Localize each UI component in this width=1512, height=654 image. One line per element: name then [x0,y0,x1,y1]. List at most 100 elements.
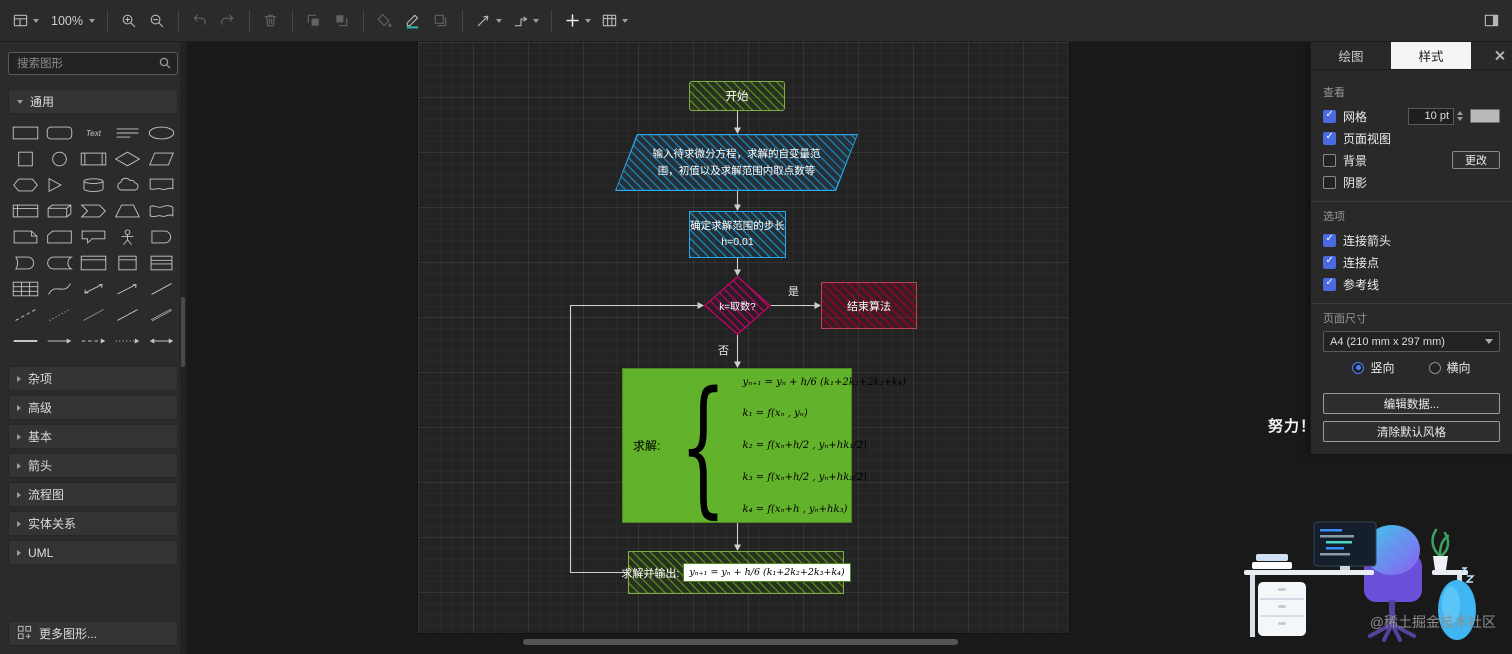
sidebar-section-misc[interactable]: 杂项 [8,366,178,391]
sidebar-section-entity-relation[interactable]: 实体关系 [8,511,178,536]
page-view-checkbox[interactable] [1323,131,1336,145]
zoom-out-button[interactable] [144,7,170,35]
more-shapes-button[interactable]: 更多图形... [8,621,178,646]
shape-dashed-horizontal-arrow[interactable] [76,328,110,354]
shape-internal-storage[interactable] [8,198,42,224]
to-back-button[interactable] [329,7,355,35]
sidebar-section-flowchart[interactable]: 流程图 [8,482,178,507]
grid-color-swatch[interactable] [1470,109,1500,123]
shape-table[interactable] [8,276,42,302]
shape-or[interactable] [144,224,178,250]
shape-diagonal-line[interactable] [144,276,178,302]
search-input[interactable] [8,52,178,75]
shadow-checkbox[interactable] [1323,175,1336,189]
shape-container[interactable] [76,250,110,276]
horizontal-scrollbar[interactable] [523,639,958,645]
clear-default-style-button[interactable]: 清除默认风格 [1323,421,1500,442]
tab-diagram[interactable]: 绘图 [1311,42,1391,69]
shape-dashed-line[interactable] [8,302,42,328]
shape-line[interactable] [110,302,144,328]
shape-dotted-line[interactable] [42,302,76,328]
flow-end[interactable]: 结束算法 [821,282,917,329]
zoom-level-button[interactable]: 100% [45,7,99,35]
to-front-button[interactable] [301,7,327,35]
connection-button[interactable] [471,7,506,35]
delete-button[interactable] [258,7,284,35]
sidebar-section-general[interactable]: 通用 [8,89,178,114]
portrait-radio[interactable]: 竖向 [1352,359,1395,376]
sidebar-section-advanced[interactable]: 高级 [8,395,178,420]
zoom-in-button[interactable] [116,7,142,35]
sidebar-section-basic[interactable]: 基本 [8,424,178,449]
shape-rectangle[interactable] [8,120,42,146]
guides-checkbox[interactable] [1323,277,1336,291]
waypoints-button[interactable] [508,7,543,35]
shape-thin-line[interactable] [76,302,110,328]
close-panel-button[interactable] [1486,42,1512,69]
flow-input[interactable]: 输入待求微分方程，求解的自变量范围，初值以及求解范围内取点数等 [615,134,858,191]
shape-text[interactable]: Text [76,120,110,146]
sidebar-section-uml[interactable]: UML [8,540,178,565]
grid-checkbox[interactable] [1323,109,1336,123]
connection-arrows-checkbox[interactable] [1323,233,1336,247]
format-panel-toggle-button[interactable] [1478,7,1504,35]
change-background-button[interactable]: 更改 [1452,151,1500,169]
shape-square[interactable] [8,146,42,172]
shape-list[interactable] [144,250,178,276]
shape-hexagon[interactable] [8,172,42,198]
shape-data-storage[interactable] [42,250,76,276]
pages-button[interactable] [8,7,43,35]
flow-solve[interactable]: 求解: { yₙ₊₁ = yₙ + h/6 (k₁+2k₂+2k₃+k₄) k₁… [622,368,906,523]
tab-style[interactable]: 样式 [1391,42,1471,69]
canvas-page[interactable]: 开始 输入待求微分方程，求解的自变量范围，初值以及求解范围内取点数等 确定求解范… [418,42,1069,633]
fill-color-button[interactable] [372,7,398,35]
shape-triangle[interactable] [42,172,76,198]
shape-card[interactable] [42,224,76,250]
shadow-button[interactable] [428,7,454,35]
shape-curve[interactable] [42,276,76,302]
shape-and[interactable] [8,250,42,276]
shape-link[interactable] [144,302,178,328]
shape-diamond[interactable] [110,146,144,172]
shape-dotted-horizontal-arrow[interactable] [110,328,144,354]
sidebar-scrollbar-thumb[interactable] [181,297,185,367]
grid-size-stepper[interactable] [1457,111,1463,121]
shape-bidirectional-horizontal-arrow[interactable] [144,328,178,354]
connection-points-checkbox[interactable] [1323,255,1336,269]
shape-note[interactable] [8,224,42,250]
shape-horizontal-arrow[interactable] [42,328,76,354]
shape-vertical-container[interactable] [110,250,144,276]
shape-actor[interactable] [110,224,144,250]
landscape-radio[interactable]: 横向 [1428,359,1471,376]
shape-cylinder[interactable] [76,172,110,198]
redo-button[interactable] [215,7,241,35]
shape-rounded-rectangle[interactable] [42,120,76,146]
undo-button[interactable] [187,7,213,35]
shape-step[interactable] [76,198,110,224]
flow-output[interactable]: 求解并输出: yₙ₊₁ = yₙ + h/6 (k₁+2k₂+2k₃+k₄) [621,551,851,594]
shape-heading[interactable] [110,120,144,146]
shape-cloud[interactable] [110,172,144,198]
shape-trapezoid[interactable] [110,198,144,224]
shape-bidirectional-arrow[interactable] [76,276,110,302]
edit-data-button[interactable]: 编辑数据... [1323,393,1500,414]
shape-parallelogram[interactable] [144,146,178,172]
flow-decision[interactable]: k=取数? [704,276,771,335]
shape-circle[interactable] [42,146,76,172]
shape-ellipse[interactable] [144,120,178,146]
shape-diagonal-arrow[interactable] [110,276,144,302]
table-button[interactable] [597,7,632,35]
grid-size-input[interactable]: 10 pt [1408,107,1454,125]
line-color-button[interactable] [400,7,426,35]
flow-step[interactable]: 确定求解范围的步长 h=0.01 [689,211,786,258]
sidebar-section-arrows[interactable]: 箭头 [8,453,178,478]
shape-tape[interactable] [144,198,178,224]
flow-start[interactable]: 开始 [689,81,785,111]
shape-horizontal-line[interactable] [8,328,42,354]
shape-cube[interactable] [42,198,76,224]
shape-document[interactable] [144,172,178,198]
insert-button[interactable] [560,7,595,35]
shape-process[interactable] [76,146,110,172]
background-checkbox[interactable] [1323,153,1336,167]
page-size-select[interactable]: A4 (210 mm x 297 mm) [1323,331,1500,352]
